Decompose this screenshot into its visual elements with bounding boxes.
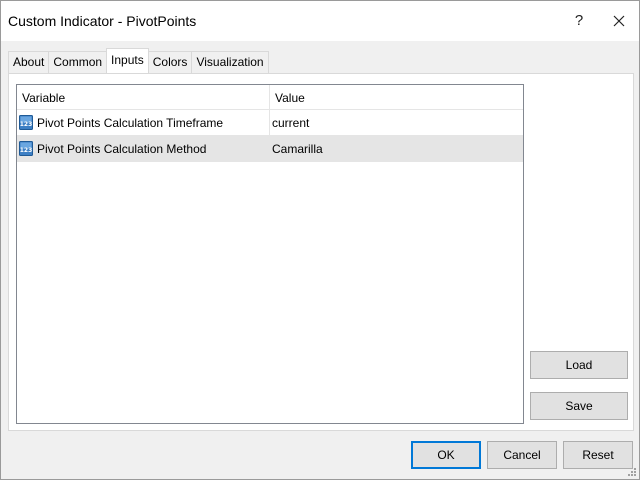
inputs-tab-panel: Variable Value 123 Pivot Points Calculat… <box>8 73 634 431</box>
variable-name: Pivot Points Calculation Timeframe <box>37 116 224 130</box>
inputs-grid[interactable]: Variable Value 123 Pivot Points Calculat… <box>16 84 524 424</box>
svg-text:123: 123 <box>20 147 33 154</box>
resize-grip-icon[interactable] <box>627 467 637 477</box>
numeric-123-icon: 123 <box>19 115 33 130</box>
save-button[interactable]: Save <box>530 392 628 420</box>
svg-text:123: 123 <box>20 121 33 128</box>
tab-inputs[interactable]: Inputs <box>106 48 149 73</box>
column-header-variable[interactable]: Variable <box>17 85 270 110</box>
table-row[interactable]: 123 Pivot Points Calculation Timeframe c… <box>17 110 523 136</box>
variable-name: Pivot Points Calculation Method <box>37 142 207 156</box>
grid-header: Variable Value <box>17 85 523 110</box>
variable-cell[interactable]: 123 Pivot Points Calculation Timeframe <box>17 110 270 136</box>
title-bar[interactable]: Custom Indicator - PivotPoints ? <box>1 1 639 41</box>
tab-strip: About Common Inputs Colors Visualization <box>8 48 269 73</box>
close-icon <box>613 15 625 27</box>
variable-cell[interactable]: 123 Pivot Points Calculation Method <box>17 136 270 162</box>
load-button[interactable]: Load <box>530 351 628 379</box>
dialog-window: Custom Indicator - PivotPoints ? About C… <box>0 0 640 480</box>
table-row-selected[interactable]: 123 Pivot Points Calculation Method Cama… <box>17 136 523 162</box>
window-title: Custom Indicator - PivotPoints <box>8 13 197 29</box>
numeric-123-icon: 123 <box>19 141 33 156</box>
tab-about[interactable]: About <box>8 51 50 73</box>
reset-button[interactable]: Reset <box>563 441 633 469</box>
tab-colors[interactable]: Colors <box>147 51 193 73</box>
column-header-value[interactable]: Value <box>270 85 523 110</box>
value-cell[interactable]: Camarilla <box>270 136 523 162</box>
value-cell[interactable]: current <box>270 110 523 136</box>
tab-visualization[interactable]: Visualization <box>191 51 269 73</box>
ok-button[interactable]: OK <box>411 441 481 469</box>
close-button[interactable] <box>604 9 634 33</box>
help-button[interactable]: ? <box>564 9 594 33</box>
cancel-button[interactable]: Cancel <box>487 441 557 469</box>
tab-common[interactable]: Common <box>48 51 108 73</box>
